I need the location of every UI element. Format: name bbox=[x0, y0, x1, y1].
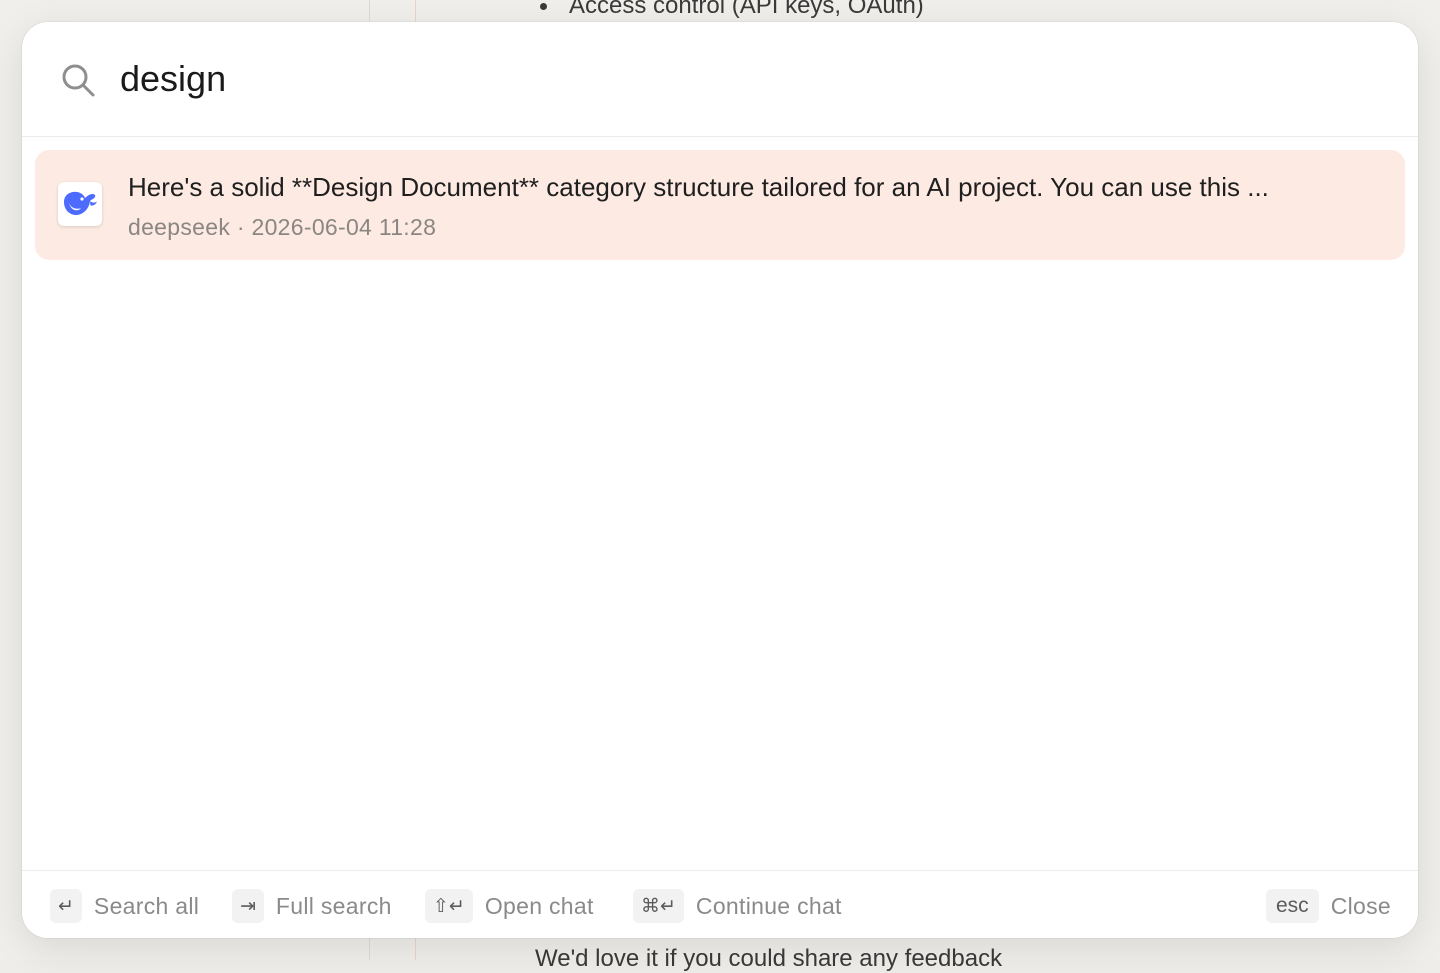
shift-return-key-icon: ⇧↵ bbox=[425, 889, 473, 923]
search-dialog: Here's a solid **Design Document** categ… bbox=[22, 22, 1418, 938]
results-list: Here's a solid **Design Document** categ… bbox=[22, 137, 1418, 870]
shortcut-footer: ↵ Search all ⇥ Full search ⇧↵ Open chat … bbox=[22, 870, 1418, 938]
whale-glyph bbox=[61, 188, 99, 220]
full-search-label: Full search bbox=[276, 893, 392, 920]
open-chat-label: Open chat bbox=[485, 893, 594, 920]
tab-key-icon: ⇥ bbox=[232, 889, 264, 923]
open-chat-shortcut[interactable]: ⇧↵ Open chat bbox=[425, 889, 594, 923]
full-search-shortcut[interactable]: ⇥ Full search bbox=[232, 889, 392, 923]
result-meta: deepseek · 2026-06-04 11:28 bbox=[128, 214, 436, 241]
close-label: Close bbox=[1331, 893, 1391, 920]
background-list-text: Access control (API keys, OAuth) bbox=[569, 0, 924, 19]
bullet-icon bbox=[540, 3, 547, 10]
search-all-shortcut[interactable]: ↵ Search all bbox=[50, 889, 199, 923]
result-title: Here's a solid **Design Document** categ… bbox=[128, 172, 1388, 203]
search-input[interactable] bbox=[120, 52, 1320, 106]
background-list-item: Access control (API keys, OAuth) bbox=[540, 0, 924, 20]
search-icon bbox=[60, 62, 96, 98]
esc-key-icon: esc bbox=[1266, 889, 1319, 923]
close-shortcut[interactable]: esc Close bbox=[1266, 889, 1391, 923]
search-all-label: Search all bbox=[94, 893, 199, 920]
result-item[interactable]: Here's a solid **Design Document** categ… bbox=[35, 150, 1405, 260]
background-paragraph: We'd love it if you could share any feed… bbox=[535, 945, 1002, 973]
search-bar bbox=[22, 22, 1418, 137]
cmd-return-key-icon: ⌘↵ bbox=[633, 889, 684, 923]
return-key-icon: ↵ bbox=[50, 889, 82, 923]
deepseek-whale-icon bbox=[58, 182, 102, 226]
continue-chat-label: Continue chat bbox=[696, 893, 842, 920]
continue-chat-shortcut[interactable]: ⌘↵ Continue chat bbox=[633, 889, 842, 923]
